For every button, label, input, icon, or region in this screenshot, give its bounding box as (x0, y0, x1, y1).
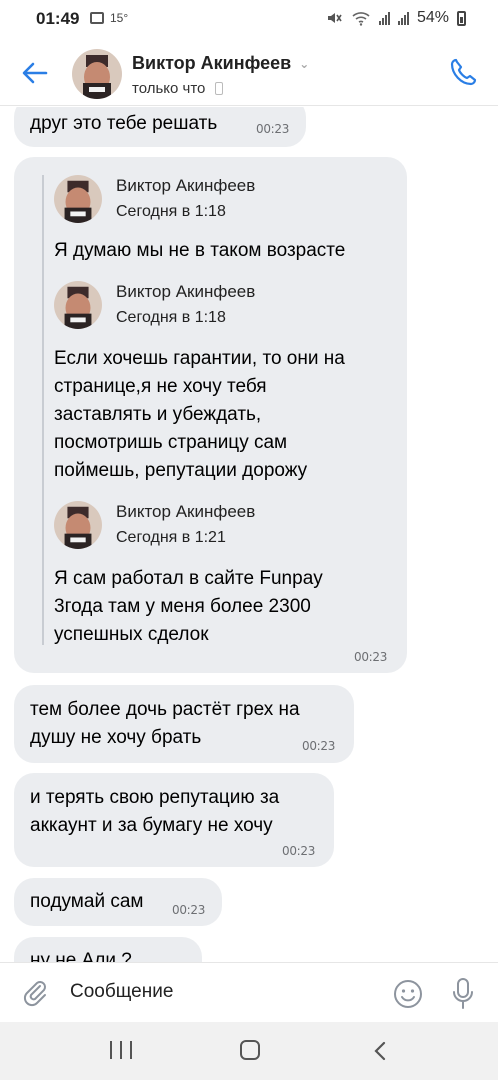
forwarded-date: Сегодня в 1:18 (116, 203, 226, 220)
wifi-icon (352, 12, 370, 26)
message-input[interactable]: Сообщение (70, 981, 173, 1003)
message-bubble[interactable]: друг это тебе решать 00:23 (14, 107, 306, 147)
forwarded-text: Если хочешь гарантии, то они на странице… (54, 348, 345, 481)
message-time: 00:23 (256, 122, 290, 136)
message-text: и терять свою репутацию за аккаунт и за … (30, 787, 280, 836)
signal-icon (378, 11, 390, 25)
forwarded-messages-bubble[interactable]: Виктор Акинфеев Сегодня в 1:18 Я думаю м… (14, 157, 407, 673)
message-time: 00:23 (302, 739, 336, 753)
forwarded-date: Сегодня в 1:18 (116, 309, 226, 326)
message-bubble[interactable]: ну не Али ? (14, 937, 202, 962)
status-time: 01:49 (36, 9, 80, 28)
phone-call-icon[interactable] (446, 55, 480, 89)
chevron-down-icon[interactable]: ⌄ (299, 57, 309, 71)
forwarded-author-name: Виктор Акинфеев (116, 176, 256, 195)
message-time: 00:23 (354, 650, 388, 664)
forwarded-header: Виктор Акинфеев Сегодня в 1:18 (54, 281, 402, 329)
forwarded-author-avatar (54, 281, 102, 329)
system-navigation-bar (0, 1022, 498, 1080)
microphone-icon[interactable] (450, 977, 476, 1011)
message-time: 00:23 (172, 903, 206, 917)
forwarded-author-avatar (54, 175, 102, 223)
contact-name[interactable]: Виктор Акинфеев (132, 53, 291, 74)
status-bar: 01:49 15° 54% (0, 0, 498, 40)
message-text: ну не Али ? (30, 950, 132, 962)
back-arrow-icon[interactable] (18, 56, 52, 90)
message-bubble[interactable]: и терять свою репутацию за аккаунт и за … (14, 773, 334, 867)
system-back-icon[interactable] (370, 1039, 390, 1063)
gallery-notification-icon (90, 12, 104, 24)
battery-icon (457, 10, 466, 26)
forwarded-author-avatar (54, 501, 102, 549)
forwarded-date: Сегодня в 1:21 (116, 529, 226, 546)
emoji-icon[interactable] (392, 978, 424, 1010)
forwarded-header: Виктор Акинфеев Сегодня в 1:21 (54, 501, 402, 549)
message-list[interactable]: друг это тебе решать 00:23 Виктор Акинфе… (0, 107, 498, 962)
message-composer: Сообщение (0, 962, 498, 1022)
contact-avatar[interactable] (72, 49, 122, 99)
signal-icon-2 (397, 11, 409, 25)
message-text: друг это тебе решать (30, 113, 218, 134)
battery-percent: 54% (416, 9, 449, 26)
message-time: 00:23 (282, 844, 316, 858)
forwarded-text: Я сам работал в сайте Funpay 3года там у… (54, 568, 323, 645)
home-icon[interactable] (240, 1040, 260, 1060)
message-bubble[interactable]: тем более дочь растёт грех на душу не хо… (14, 685, 354, 763)
attach-paperclip-icon[interactable] (20, 978, 50, 1008)
forwarded-text: Я думаю мы не в таком возрасте (54, 240, 346, 261)
message-bubble[interactable]: подумай сам 00:23 (14, 878, 222, 926)
chat-header: Виктор Акинфеев ⌄ только что (0, 40, 498, 106)
forwarded-header: Виктор Акинфеев Сегодня в 1:18 (54, 175, 402, 223)
forwarded-author-name: Виктор Акинфеев (116, 502, 256, 521)
mute-icon (327, 13, 342, 23)
recent-apps-icon[interactable] (110, 1041, 132, 1061)
forwarded-block: Виктор Акинфеев Сегодня в 1:18 Я думаю м… (42, 175, 402, 645)
message-text: подумай сам (30, 891, 144, 912)
mobile-device-icon (215, 82, 224, 95)
forwarded-author-name: Виктор Акинфеев (116, 282, 256, 301)
contact-status: только что (132, 80, 206, 97)
status-temperature: 15° (110, 11, 129, 25)
